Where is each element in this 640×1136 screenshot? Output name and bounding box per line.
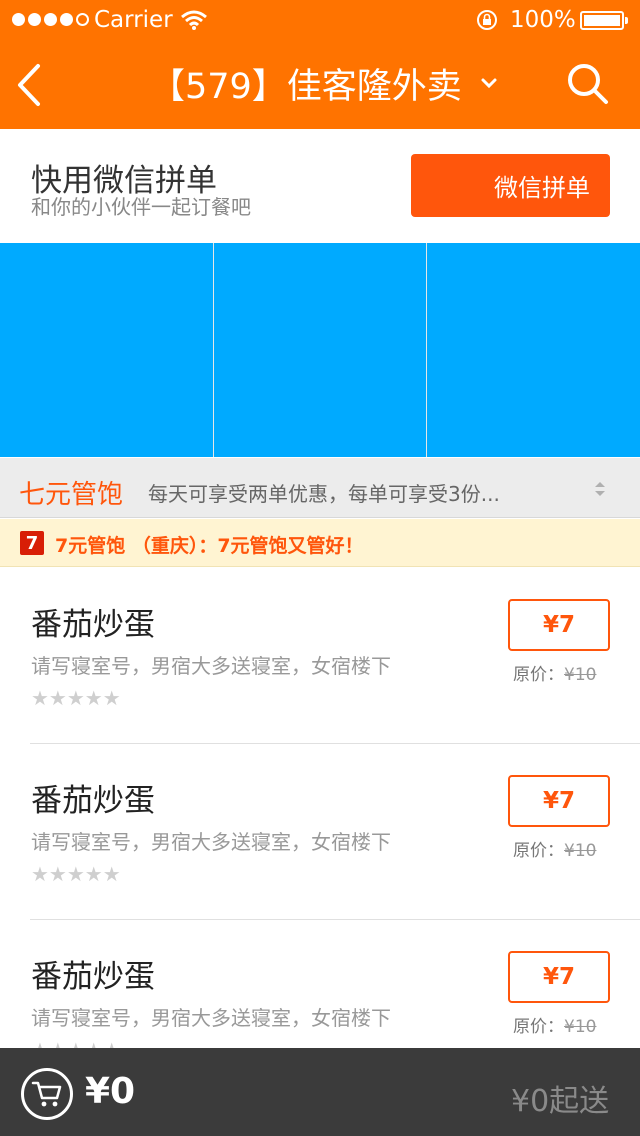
menu-list: 番茄炒蛋 请写寝室号，男宿大多送寝室，女宿楼下 ★★★★★ ¥7 原价：¥10 … (0, 567, 640, 1095)
battery-percent: 100% (510, 7, 576, 33)
original-price-value: ¥10 (564, 841, 597, 861)
notice-text: 7元管饱 （重庆）：7元管饱又管好！ (55, 535, 364, 557)
rotation-lock-icon (477, 10, 497, 30)
wifi-icon (181, 10, 207, 30)
banner-cell[interactable] (427, 243, 640, 457)
original-price-label: 原价： (513, 841, 564, 861)
item-description: 请写寝室号，男宿大多送寝室，女宿楼下 (31, 830, 391, 854)
seven-badge-icon: 7 (20, 531, 44, 555)
banner-cell[interactable] (0, 243, 213, 457)
original-price-label: 原价： (513, 1017, 564, 1037)
search-icon[interactable] (566, 62, 610, 106)
minimum-order-label: ¥0起送 (511, 1084, 610, 1119)
battery-icon (580, 11, 628, 30)
original-price-value: ¥10 (564, 1017, 597, 1037)
banner-cell[interactable] (213, 243, 427, 457)
wechat-group-order-banner: 快用微信拼单 和你的小伙伴一起订餐吧 微信拼单 (0, 129, 640, 243)
sort-arrows-icon (595, 482, 605, 496)
rating-stars: ★★★★★ (31, 686, 121, 710)
item-name: 番茄炒蛋 (31, 783, 155, 819)
header: Carrier 100% 【579】佳客隆外卖 (0, 0, 640, 129)
original-price-label: 原价： (513, 665, 564, 685)
signal-strength-icon (12, 13, 89, 26)
item-name: 番茄炒蛋 (31, 959, 155, 995)
original-price: 原价：¥10 (513, 836, 596, 861)
cart-bar: ¥0 ¥0起送 (0, 1048, 640, 1136)
cart-total: ¥0 (85, 1071, 136, 1112)
price-button[interactable]: ¥7 (508, 951, 610, 1003)
promo-name: 七元管饱 (19, 480, 124, 510)
back-icon[interactable] (12, 62, 48, 108)
item-description: 请写寝室号，男宿大多送寝室，女宿楼下 (31, 654, 391, 678)
group-order-subtitle: 和你的小伙伴一起订餐吧 (31, 195, 251, 219)
list-item[interactable]: 番茄炒蛋 请写寝室号，男宿大多送寝室，女宿楼下 ★★★★★ ¥7 原价：¥10 (0, 567, 640, 743)
promo-selector[interactable]: 七元管饱 每天可享受两单优惠，每单可享受3份... (0, 458, 640, 518)
original-price: 原价：¥10 (513, 1012, 596, 1037)
original-price: 原价：¥10 (513, 660, 596, 685)
shopping-cart-icon[interactable] (21, 1068, 73, 1120)
wechat-group-order-button[interactable]: 微信拼单 (411, 154, 610, 217)
rating-stars: ★★★★★ (31, 862, 121, 886)
promo-banner-grid (0, 243, 640, 457)
chevron-down-icon (481, 78, 497, 89)
promo-notice: 7 7元管饱 （重庆）：7元管饱又管好！ (0, 519, 640, 567)
promo-description: 每天可享受两单优惠，每单可享受3份... (148, 482, 500, 506)
status-bar: Carrier 100% (0, 0, 640, 40)
store-title-dropdown[interactable]: 【579】佳客隆外卖 (150, 58, 498, 108)
item-description: 请写寝室号，男宿大多送寝室，女宿楼下 (31, 1006, 391, 1030)
page-title: 【579】佳客隆外卖 (150, 66, 462, 107)
item-name: 番茄炒蛋 (31, 607, 155, 643)
original-price-value: ¥10 (564, 665, 597, 685)
carrier-label: Carrier (94, 7, 173, 33)
price-button[interactable]: ¥7 (508, 599, 610, 651)
price-button[interactable]: ¥7 (508, 775, 610, 827)
list-item[interactable]: 番茄炒蛋 请写寝室号，男宿大多送寝室，女宿楼下 ★★★★★ ¥7 原价：¥10 (0, 743, 640, 919)
